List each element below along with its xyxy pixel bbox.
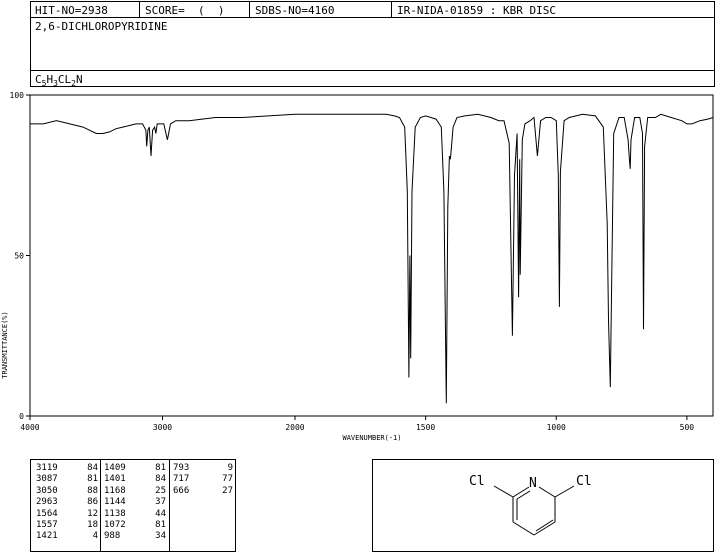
peak-wavenumber: 2963: [36, 497, 58, 508]
y-tick-label: 0: [19, 412, 24, 421]
peak-transmittance: 81: [155, 463, 166, 473]
peak-wavenumber: 1138: [104, 508, 126, 519]
peak-transmittance: 84: [155, 474, 166, 485]
peak-row: 3119 84: [36, 463, 98, 474]
peak-row: 1138 44: [104, 509, 166, 520]
peak-wavenumber: 1401: [104, 474, 126, 485]
peak-row: 1144 37: [104, 497, 166, 508]
peak-transmittance: 88: [87, 485, 98, 496]
x-tick-label: 500: [680, 423, 695, 432]
x-tick-label: 3000: [153, 423, 172, 432]
y-tick-label: 100: [10, 91, 25, 100]
peak-column: 3119 84 3087 81 3050 88 2963 86 1564 12 1557 18 1421…: [36, 463, 98, 543]
peak-transmittance: 86: [87, 497, 98, 508]
column-divider: [100, 460, 101, 551]
peak-wavenumber: 1564: [36, 508, 58, 519]
header-divider: [391, 2, 392, 17]
peak-row: 1409 81: [104, 463, 166, 474]
peak-wavenumber: 1072: [104, 520, 126, 531]
bond: [516, 490, 531, 500]
bond: [538, 486, 556, 498]
peak-transmittance: 18: [87, 520, 98, 531]
chlorine-label-right: Cl: [576, 474, 592, 489]
peak-transmittance: 27: [222, 485, 233, 496]
peak-row: 3087 81: [36, 474, 98, 485]
x-axis: 4000 3000 2000 1500 1000 500: [20, 416, 694, 432]
peak-transmittance: 4: [92, 531, 98, 542]
peak-wavenumber: 1144: [104, 497, 126, 508]
peak-transmittance: 9: [227, 463, 233, 473]
compound-name-box: 2,6-DICHLOROPYRIDINE: [30, 17, 715, 71]
header-divider: [249, 2, 250, 17]
peak-transmittance: 84: [87, 463, 98, 473]
peak-wavenumber: 1409: [104, 463, 126, 473]
peak-row: 1401 84: [104, 474, 166, 485]
x-tick-label: 1000: [547, 423, 566, 432]
peak-wavenumber: 1421: [36, 531, 58, 542]
peak-transmittance: 34: [155, 531, 166, 542]
peak-row: 988 34: [104, 531, 166, 542]
chlorine-label-left: Cl: [469, 474, 485, 489]
peak-transmittance: 77: [222, 474, 233, 485]
ir-spectrum-chart: 100500 4000 3000 2000 1500 1000 500 WAVENUMBE…: [1, 91, 714, 442]
y-tick-label: 50: [14, 252, 24, 261]
peak-transmittance: 81: [87, 474, 98, 485]
peak-transmittance: 44: [155, 508, 166, 519]
bond: [493, 485, 514, 498]
score: SCORE= ( ): [145, 4, 225, 17]
peak-table: 3119 84 3087 81 3050 88 2963 86 1564 12 1557 18 1421…: [30, 459, 236, 552]
peak-wavenumber: 666: [173, 485, 190, 496]
peak-wavenumber: 717: [173, 474, 190, 485]
x-tick-label: 2000: [285, 423, 304, 432]
peak-row: 3050 88: [36, 486, 98, 497]
nitrogen-label: N: [529, 476, 537, 491]
peak-row: 1557 18: [36, 520, 98, 531]
sdbs-number: SDBS-NO=4160: [255, 4, 335, 17]
peak-transmittance: 25: [155, 485, 166, 496]
formula-box: C5H3CL2N: [30, 70, 715, 88]
peak-column: 793 9 717 77 666 27: [173, 463, 233, 497]
x-axis-title: WAVENUMBER(-1): [342, 434, 401, 442]
ir-identifier: IR-NIDA-01859 : KBR DISC: [397, 4, 556, 17]
x-tick-label: 1500: [416, 423, 435, 432]
peak-row: 666 27: [173, 486, 233, 497]
bond: [512, 486, 530, 498]
peak-row: 793 9: [173, 463, 233, 474]
peak-row: 717 77: [173, 474, 233, 485]
peak-row: 2963 86: [36, 497, 98, 508]
y-axis: 100 50 0: [10, 91, 30, 421]
spectrum-line: [30, 113, 714, 404]
header-bar: HIT-NO=2938 SCORE= ( ) SDBS-NO=4160 IR-N…: [30, 1, 715, 18]
peak-wavenumber: 3050: [36, 485, 58, 496]
bond: [533, 521, 556, 536]
pyridine-ring: [493, 485, 575, 536]
bond: [535, 519, 554, 532]
x-tick-label: 4000: [20, 423, 39, 432]
column-divider: [169, 460, 170, 551]
hit-number: HIT-NO=2938: [35, 4, 108, 17]
peak-transmittance: 37: [155, 497, 166, 508]
peak-row: 1564 12: [36, 509, 98, 520]
peak-wavenumber: 1557: [36, 520, 58, 531]
bond: [554, 485, 575, 498]
peak-column: 1409 81 1401 84 1168 25 1144 37 1138 44 1072 81 988 3…: [104, 463, 166, 543]
structure-box: Cl N Cl: [372, 459, 714, 552]
peak-row: 1421 4: [36, 531, 98, 542]
peak-row: 1168 25: [104, 486, 166, 497]
peak-transmittance: 12: [87, 508, 98, 519]
bond: [512, 521, 535, 536]
peak-wavenumber: 988: [104, 531, 121, 542]
peak-row: 1072 81: [104, 520, 166, 531]
header-divider: [139, 2, 140, 17]
molecule-structure: Cl N Cl: [469, 474, 592, 536]
peak-wavenumber: 1168: [104, 485, 126, 496]
peak-wavenumber: 3119: [36, 463, 58, 473]
y-axis-title: TRANSMITTANCE(%): [1, 311, 9, 378]
peak-transmittance: 81: [155, 520, 166, 531]
peak-wavenumber: 793: [173, 463, 190, 473]
compound-name: 2,6-DICHLOROPYRIDINE: [35, 20, 168, 33]
peak-wavenumber: 3087: [36, 474, 58, 485]
